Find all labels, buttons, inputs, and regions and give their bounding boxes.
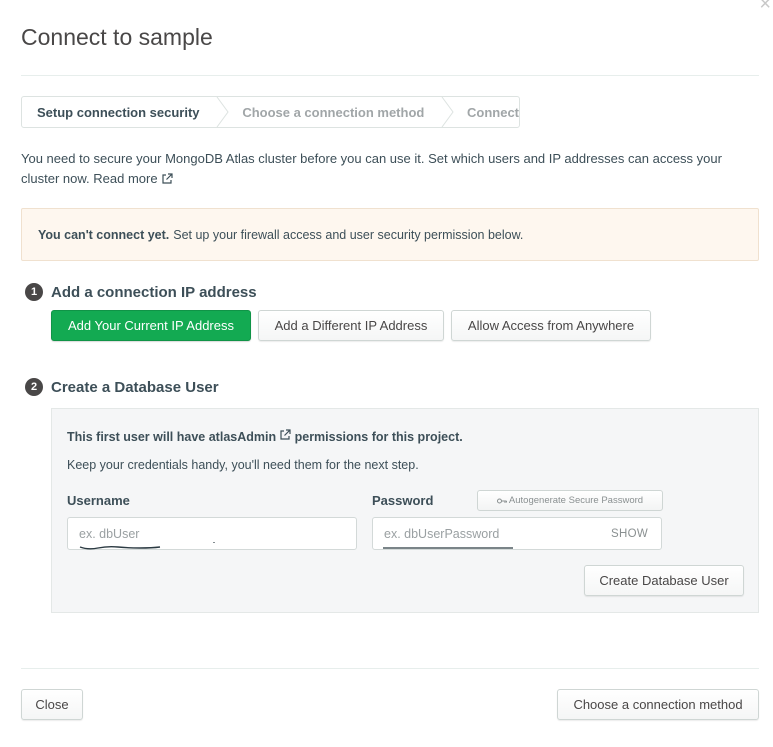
section-user-header: 2 Create a Database User xyxy=(25,378,219,396)
add-current-ip-button[interactable]: Add Your Current IP Address xyxy=(51,310,251,341)
username-label: Username xyxy=(67,493,130,508)
external-link-icon xyxy=(161,171,173,191)
step-label: Connect xyxy=(467,104,519,120)
intro-text: You need to secure your MongoDB Atlas cl… xyxy=(21,149,761,191)
modal-title: Connect to sample xyxy=(21,24,213,50)
username-placeholder: ex. dbUser xyxy=(79,526,140,541)
add-different-ip-button[interactable]: Add a Different IP Address xyxy=(258,310,444,341)
warning-title: You can't connect yet. xyxy=(38,227,170,242)
section-ip-header: 1 Add a connection IP address xyxy=(25,283,257,301)
create-database-user-button[interactable]: Create Database User xyxy=(584,565,744,596)
read-more-link[interactable]: Read more xyxy=(93,171,173,186)
create-user-panel: This first user will have atlasAdmin per… xyxy=(51,408,759,613)
password-label: Password xyxy=(372,493,434,508)
allow-anywhere-button[interactable]: Allow Access from Anywhere xyxy=(451,310,651,341)
step-number-badge: 1 xyxy=(25,283,43,301)
choose-connection-method-button[interactable]: Choose a connection method xyxy=(557,689,759,720)
chevron-right-icon xyxy=(441,97,455,127)
divider xyxy=(21,668,759,669)
step-number-badge: 2 xyxy=(25,378,43,396)
first-user-suffix: permissions for this project. xyxy=(294,429,463,444)
atlas-admin-label: atlasAdmin xyxy=(208,429,277,444)
first-user-prefix: This first user will have xyxy=(67,429,206,444)
handwritten-underline xyxy=(79,542,215,550)
username-input[interactable]: ex. dbUser xyxy=(67,517,357,550)
autogenerate-label: Autogenerate Secure Password xyxy=(508,495,644,506)
autogenerate-password-button[interactable]: Autogenerate Secure Password xyxy=(477,490,663,511)
password-placeholder: ex. dbUserPassword xyxy=(384,526,500,541)
close-icon[interactable]: × xyxy=(759,0,771,14)
connection-steps: Setup connection security Choose a conne… xyxy=(21,96,520,128)
first-user-note: This first user will have atlasAdmin per… xyxy=(67,429,463,444)
show-password-toggle[interactable]: SHOW xyxy=(611,518,648,549)
divider xyxy=(21,75,759,76)
section-title: Create a Database User xyxy=(51,378,219,396)
underline-mark xyxy=(383,547,513,549)
step-choose-method[interactable]: Choose a connection method xyxy=(230,97,441,127)
atlas-admin-link[interactable]: atlasAdmin xyxy=(209,429,291,444)
section-title: Add a connection IP address xyxy=(51,283,257,301)
external-link-icon xyxy=(279,429,291,444)
warning-banner: You can't connect yet. Set up your firew… xyxy=(21,208,759,261)
credentials-note: Keep your credentials handy, you'll need… xyxy=(67,458,419,472)
step-label: Choose a connection method xyxy=(242,104,425,120)
key-icon xyxy=(496,497,507,505)
step-label: Setup connection security xyxy=(37,104,200,120)
password-input[interactable]: ex. dbUserPassword SHOW xyxy=(372,517,662,550)
read-more-label: Read more xyxy=(93,171,158,186)
step-connect[interactable]: Connect xyxy=(455,97,519,127)
close-button[interactable]: Close xyxy=(21,689,83,720)
chevron-right-icon xyxy=(216,97,230,127)
warning-text: Set up your firewall access and user sec… xyxy=(173,227,524,242)
step-setup-security[interactable]: Setup connection security xyxy=(22,97,216,127)
